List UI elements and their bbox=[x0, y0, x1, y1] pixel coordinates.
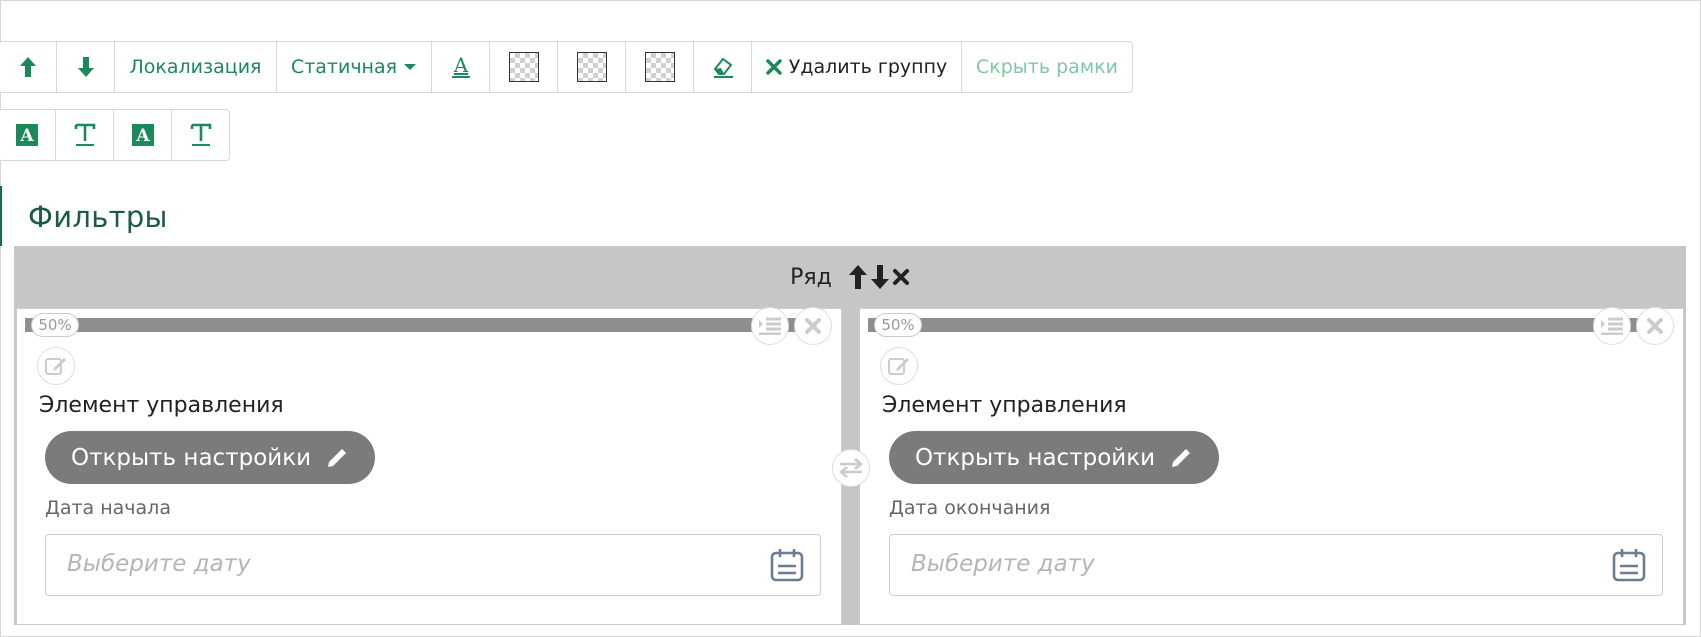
column-align-button[interactable] bbox=[751, 307, 789, 345]
delete-group-label: Удалить группу bbox=[788, 56, 948, 78]
move-row-down-icon[interactable] bbox=[870, 264, 890, 290]
text-format-icon bbox=[190, 123, 211, 146]
start-date-input[interactable]: Выберите дату bbox=[45, 534, 821, 596]
element-label: Элемент управления bbox=[882, 393, 1127, 418]
edit-element-button[interactable] bbox=[880, 347, 918, 385]
transparent-swatch-icon bbox=[576, 52, 607, 82]
start-date-label: Дата начала bbox=[45, 497, 171, 519]
font-color-icon: A bbox=[451, 55, 470, 78]
calendar-icon[interactable] bbox=[1612, 548, 1646, 582]
text-style-button-4[interactable] bbox=[172, 110, 229, 160]
end-date-input[interactable]: Выберите дату bbox=[889, 534, 1663, 596]
edit-icon bbox=[45, 358, 66, 375]
svg-text:A: A bbox=[19, 126, 34, 146]
move-up-button[interactable] bbox=[0, 42, 57, 92]
highlight-text-icon: A bbox=[131, 124, 154, 146]
section-accent-bar bbox=[0, 186, 2, 246]
text-style-button-2[interactable] bbox=[56, 110, 114, 160]
column-delete-button[interactable] bbox=[1636, 307, 1674, 345]
close-icon bbox=[805, 318, 821, 334]
pencil-icon bbox=[328, 448, 347, 467]
calendar-icon[interactable] bbox=[770, 548, 804, 582]
move-row-up-icon[interactable] bbox=[848, 264, 868, 290]
column-width-badge: 50% bbox=[31, 313, 79, 337]
background-color-button-1[interactable] bbox=[490, 42, 558, 92]
background-color-button-3[interactable] bbox=[626, 42, 694, 92]
swap-icon bbox=[838, 458, 864, 478]
close-icon bbox=[1647, 318, 1663, 334]
svg-text:A: A bbox=[452, 55, 468, 77]
column-resize-bar[interactable] bbox=[25, 318, 805, 332]
highlight-text-icon: A bbox=[16, 124, 38, 146]
text-style-button-1[interactable]: A bbox=[0, 110, 56, 160]
text-style-button-3[interactable]: A bbox=[114, 110, 172, 160]
font-color-button[interactable]: A bbox=[432, 42, 490, 92]
end-date-placeholder: Выберите дату bbox=[911, 551, 1095, 577]
caret-down-icon bbox=[404, 64, 417, 70]
edit-element-button[interactable] bbox=[37, 347, 75, 385]
end-date-label: Дата окончания bbox=[889, 497, 1051, 519]
open-settings-button[interactable]: Открыть настройки bbox=[889, 431, 1220, 484]
open-settings-label: Открыть настройки bbox=[71, 444, 312, 471]
arrow-up-icon bbox=[19, 57, 36, 77]
edit-icon bbox=[888, 358, 909, 375]
svg-text:A: A bbox=[135, 126, 150, 146]
column-width-badge: 50% bbox=[874, 313, 922, 337]
delete-group-button[interactable]: Удалить группу bbox=[752, 42, 962, 92]
localization-button[interactable]: Локализация bbox=[115, 42, 277, 92]
text-format-icon bbox=[74, 123, 95, 146]
pencil-icon bbox=[1172, 448, 1191, 467]
section-title: Фильтры bbox=[28, 200, 168, 234]
align-icon bbox=[1601, 317, 1623, 335]
toolbar-text: A A bbox=[0, 109, 230, 161]
start-date-placeholder: Выберите дату bbox=[67, 551, 251, 577]
move-down-button[interactable] bbox=[57, 42, 115, 92]
column-left: 50% Элемент управления Открыть настройки… bbox=[16, 307, 842, 625]
column-right: 50% Элемент управления Открыть настройки… bbox=[859, 307, 1684, 625]
align-icon bbox=[759, 317, 781, 335]
clear-format-button[interactable] bbox=[694, 42, 752, 92]
background-color-button-2[interactable] bbox=[558, 42, 626, 92]
static-dropdown-label: Статичная bbox=[290, 56, 398, 78]
delete-row-icon[interactable] bbox=[892, 268, 910, 286]
arrow-down-icon bbox=[77, 57, 94, 77]
static-dropdown[interactable]: Статичная bbox=[277, 42, 432, 92]
layout-row: Ряд 50% Элемент управления Открыть настр… bbox=[14, 246, 1686, 625]
row-label: Ряд bbox=[790, 264, 832, 290]
swap-columns-button[interactable] bbox=[832, 449, 870, 487]
open-settings-label: Открыть настройки bbox=[915, 444, 1156, 471]
transparent-swatch-icon bbox=[508, 52, 539, 82]
hide-frames-button[interactable]: Скрыть рамки bbox=[962, 42, 1132, 92]
column-resize-bar[interactable] bbox=[868, 318, 1647, 332]
eraser-icon bbox=[713, 57, 733, 78]
row-header: Ряд bbox=[14, 246, 1686, 308]
element-label: Элемент управления bbox=[39, 393, 284, 418]
close-icon bbox=[765, 59, 782, 75]
transparent-swatch-icon bbox=[644, 52, 675, 82]
column-delete-button[interactable] bbox=[794, 307, 832, 345]
row-controls bbox=[848, 264, 910, 290]
toolbar-main: Локализация Статичная A Удалить группу С… bbox=[0, 41, 1133, 93]
open-settings-button[interactable]: Открыть настройки bbox=[45, 431, 376, 484]
column-align-button[interactable] bbox=[1593, 307, 1631, 345]
